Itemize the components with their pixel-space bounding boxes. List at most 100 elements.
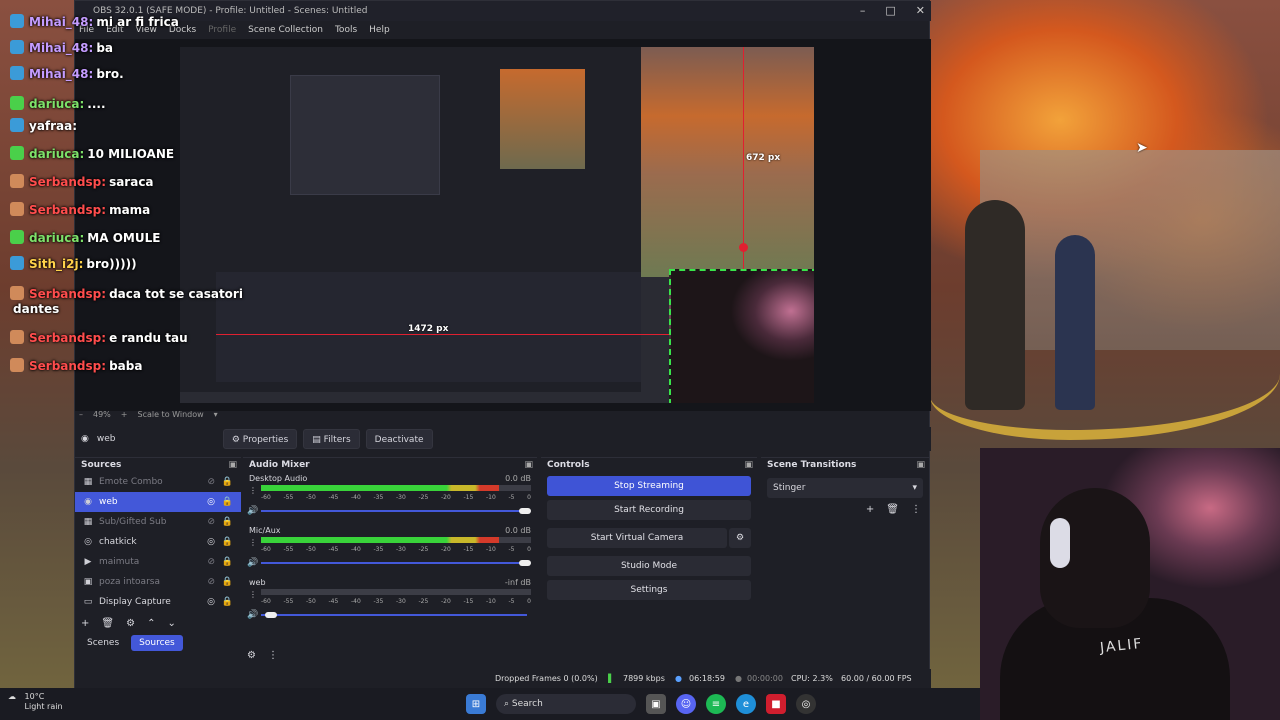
weather-widget[interactable]: ☁ 10°C Light rain (8, 692, 63, 712)
speaker-icon[interactable]: 🔊 (247, 558, 258, 568)
edge-icon[interactable]: e (736, 694, 756, 714)
chevron-down-icon[interactable]: ⌄ (167, 618, 175, 629)
properties-button[interactable]: ⚙ Properties (222, 429, 298, 449)
source-item[interactable]: ▦ Sub/Gifted Sub ⊘ 🔒 (75, 512, 241, 532)
float-icon[interactable]: ▣ (228, 458, 237, 472)
selected-source-name: web (96, 434, 116, 444)
gear-icon[interactable]: ⚙ (729, 528, 751, 548)
volume-slider[interactable] (261, 562, 527, 564)
selected-webcam-source[interactable] (669, 269, 814, 403)
speaker-icon[interactable]: 🔊 (247, 610, 258, 620)
volume-meter-fill (261, 537, 499, 543)
lock-icon[interactable]: 🔒 (222, 512, 233, 532)
eye-icon[interactable]: ◎ (207, 592, 215, 612)
source-item[interactable]: ▣ poza intoarsa ⊘ 🔒 (75, 572, 241, 592)
channel-db: -inf dB (504, 578, 531, 587)
speaker-icon[interactable]: 🔊 (247, 506, 258, 516)
stop-streaming-button[interactable]: Stop Streaming (547, 476, 751, 496)
lock-icon[interactable]: 🔒 (222, 592, 233, 612)
minimize-icon[interactable]: – (860, 1, 866, 21)
lock-icon[interactable]: 🔒 (222, 532, 233, 552)
float-icon[interactable]: ▣ (744, 458, 753, 472)
nested-fire-photo (500, 69, 585, 169)
volume-slider[interactable] (261, 614, 527, 616)
discord-icon[interactable]: ☺ (676, 694, 696, 714)
meter-tick: -30 (396, 494, 406, 501)
float-icon[interactable]: ▣ (524, 458, 533, 472)
meter-tick: -60 (261, 494, 271, 501)
meter-tick: -35 (373, 598, 384, 605)
maximize-icon[interactable]: □ (885, 1, 895, 21)
filters-button[interactable]: ▤ Filters (303, 429, 360, 449)
menu-scene-collection[interactable]: Scene Collection (248, 21, 323, 39)
close-icon[interactable]: ✕ (916, 1, 925, 21)
record-icon: ● (735, 674, 742, 683)
trash-icon[interactable]: 🗑 (101, 618, 114, 629)
spotify-icon[interactable]: ≡ (706, 694, 726, 714)
chevron-down-icon[interactable]: ▾ (214, 407, 218, 423)
deactivate-button[interactable]: Deactivate (365, 429, 433, 449)
app-red-icon[interactable]: ■ (766, 694, 786, 714)
chat-message: yafraa: (10, 118, 80, 133)
eye-icon[interactable]: ◎ (207, 492, 215, 512)
transition-select[interactable]: Stinger ▾ (767, 478, 923, 498)
lock-icon[interactable]: 🔒 (222, 572, 233, 592)
more-icon[interactable]: ⋮ (911, 504, 921, 515)
gear-icon[interactable]: ⚙ (126, 618, 135, 629)
more-icon[interactable]: ⋮ (249, 590, 257, 599)
obs-icon[interactable]: ◎ (796, 694, 816, 714)
source-item[interactable]: ▶ maimuta ⊘ 🔒 (75, 552, 241, 572)
source-item[interactable]: ◎ chatkick ◎ 🔒 (75, 532, 241, 552)
lock-icon[interactable]: 🔒 (222, 492, 233, 512)
task-view-icon[interactable]: ▣ (646, 694, 666, 714)
chat-message: Serbandsp: mama (10, 202, 150, 217)
volume-slider[interactable] (261, 510, 527, 512)
guide-handle[interactable] (739, 243, 748, 252)
eye-slash-icon[interactable]: ⊘ (207, 552, 215, 572)
media-icon: ▶ (84, 557, 92, 567)
scale-mode[interactable]: Scale to Window (137, 407, 203, 423)
meter-tick: -10 (486, 546, 496, 553)
eye-slash-icon[interactable]: ⊘ (207, 572, 215, 592)
meter-tick: -15 (463, 494, 474, 501)
windows-start-icon[interactable]: ⊞ (466, 694, 486, 714)
source-item[interactable]: ▭ Display Capture ◎ 🔒 (75, 592, 241, 612)
tab-sources[interactable]: Sources (131, 635, 183, 651)
tab-scenes[interactable]: Scenes (79, 635, 127, 651)
chat-text: bro. (96, 67, 124, 81)
eye-icon[interactable]: ◎ (207, 532, 215, 552)
start-virtual-camera-button[interactable]: Start Virtual Camera (547, 528, 727, 548)
program-preview[interactable]: 672 px 1472 px (180, 47, 814, 403)
source-item[interactable]: ▦ Emote Combo ⊘ 🔒 (75, 472, 241, 492)
eye-slash-icon[interactable]: ⊘ (207, 472, 215, 492)
lock-icon[interactable]: 🔒 (222, 552, 233, 572)
start-recording-button[interactable]: Start Recording (547, 500, 751, 520)
volume-knob[interactable] (265, 612, 277, 618)
chat-username: Serbandsp: (29, 287, 107, 301)
gear-icon[interactable]: ⚙ (247, 650, 256, 661)
more-icon[interactable]: ⋮ (249, 486, 257, 495)
meter-tick: 0 (527, 598, 531, 605)
chevron-up-icon[interactable]: ⌃ (147, 618, 155, 629)
source-item[interactable]: ◉ web ◎ 🔒 (75, 492, 241, 512)
dropped-frames: Dropped Frames 0 (0.0%) (495, 674, 598, 683)
settings-button[interactable]: Settings (547, 580, 751, 600)
eye-slash-icon[interactable]: ⊘ (207, 512, 215, 532)
taskbar-search[interactable]: ⌕ Search (496, 694, 636, 714)
more-icon[interactable]: ⋮ (249, 538, 257, 547)
width-label: 1472 px (408, 324, 449, 334)
menu-help[interactable]: Help (369, 21, 390, 39)
zoom-out-icon[interactable]: – (79, 407, 83, 423)
more-icon[interactable]: ⋮ (268, 650, 278, 661)
studio-mode-button[interactable]: Studio Mode (547, 556, 751, 576)
zoom-in-icon[interactable]: + (121, 407, 128, 423)
trash-icon[interactable]: 🗑 (886, 504, 899, 515)
add-icon[interactable]: + (81, 618, 89, 629)
lock-icon[interactable]: 🔒 (222, 472, 233, 492)
weather-desc: Light rain (24, 702, 63, 711)
add-icon[interactable]: + (866, 504, 874, 515)
volume-knob[interactable] (519, 508, 531, 514)
volume-knob[interactable] (519, 560, 531, 566)
menu-tools[interactable]: Tools (335, 21, 357, 39)
float-icon[interactable]: ▣ (916, 458, 925, 472)
